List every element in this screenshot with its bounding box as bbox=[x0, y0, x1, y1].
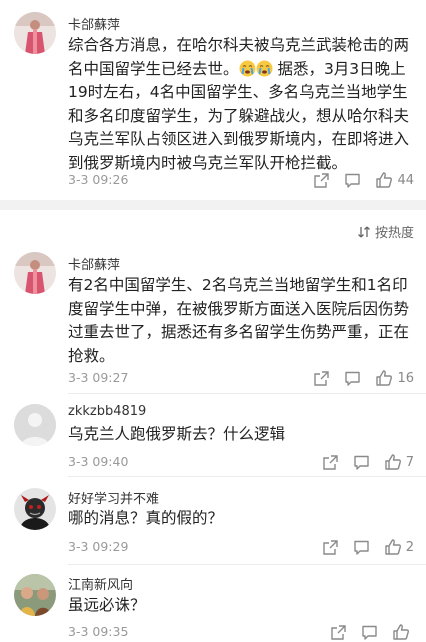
like-count: 44 bbox=[397, 172, 414, 188]
comment-text: 乌克兰人跑俄罗斯去？什么逻辑 bbox=[68, 425, 286, 443]
share-button[interactable] bbox=[330, 624, 347, 641]
share-icon bbox=[323, 539, 338, 555]
crying-face-emoji-icon bbox=[256, 60, 273, 77]
thumbs-up-icon bbox=[376, 370, 393, 386]
avatar[interactable] bbox=[14, 488, 56, 530]
like-button[interactable]: 2 bbox=[384, 538, 414, 556]
share-button[interactable] bbox=[313, 172, 330, 189]
comment-button[interactable] bbox=[344, 370, 361, 387]
like-button[interactable]: 16 bbox=[375, 369, 414, 387]
comment-button[interactable] bbox=[353, 539, 370, 556]
comment-actions bbox=[316, 622, 414, 642]
comment-icon bbox=[345, 173, 361, 188]
thumbs-up-icon bbox=[376, 172, 393, 188]
like-button[interactable]: 7 bbox=[384, 453, 414, 471]
comment-button[interactable] bbox=[353, 454, 370, 471]
comment-button[interactable] bbox=[361, 624, 378, 641]
avatar[interactable] bbox=[14, 252, 56, 294]
comment-actions: 2 bbox=[308, 537, 414, 557]
share-icon bbox=[323, 454, 338, 470]
comment-3: zkkzbb4819 乌克兰人跑俄罗斯去？什么逻辑 3-3 09:40 7 bbox=[0, 398, 426, 476]
avatar[interactable] bbox=[14, 574, 56, 616]
comment-button[interactable] bbox=[344, 172, 361, 189]
share-icon bbox=[314, 172, 330, 188]
comment-text: 综合各方消息，在哈尔科夫被乌克兰武装枪击的两名中国留学生已经去世。 据悉，3月3… bbox=[68, 34, 414, 175]
avatar[interactable] bbox=[14, 404, 56, 446]
comment-text: 哪的消息？真的假的？ bbox=[68, 509, 224, 527]
comment-username[interactable]: 卡郃蘇萍 bbox=[68, 254, 120, 273]
share-icon bbox=[314, 370, 330, 386]
divider bbox=[68, 564, 426, 565]
comment-time: 3-3 09:40 bbox=[68, 454, 129, 469]
section-separator bbox=[0, 200, 426, 210]
crying-face-emoji-icon bbox=[239, 60, 256, 77]
comment-5: 江南新风向 虽远必诛？ 3-3 09:35 bbox=[0, 568, 426, 640]
comment-1: 卡郃蘇萍 综合各方消息，在哈尔科夫被乌克兰武装枪击的两名中国留学生已经去世。 据… bbox=[0, 0, 426, 200]
like-count: 7 bbox=[405, 454, 414, 470]
like-count: 16 bbox=[397, 370, 414, 386]
share-button[interactable] bbox=[322, 539, 339, 556]
comment-icon bbox=[362, 625, 377, 640]
comment-4: 好好学习并不难 哪的消息？真的假的？ 3-3 09:29 2 bbox=[0, 482, 426, 562]
thumbs-up-icon bbox=[393, 624, 409, 640]
comment-text: 虽远必诛？ bbox=[68, 596, 146, 614]
share-button[interactable] bbox=[313, 370, 330, 387]
share-button[interactable] bbox=[322, 454, 339, 471]
share-icon bbox=[331, 624, 346, 640]
comment-username[interactable]: 江南新风向 bbox=[68, 574, 133, 593]
comment-time: 3-3 09:35 bbox=[68, 624, 129, 639]
comment-actions: 44 bbox=[299, 170, 414, 190]
comment-time: 3-3 09:29 bbox=[68, 539, 129, 554]
comment-username[interactable]: zkkzbb4819 bbox=[68, 404, 146, 419]
sort-button[interactable]: 按热度 bbox=[357, 222, 414, 241]
comment-2: 卡郃蘇萍 有2名中国留学生、2名乌克兰当地留学生和1名印度留学生中弹，在被俄罗斯… bbox=[0, 244, 426, 394]
like-count: 2 bbox=[405, 539, 414, 555]
avatar[interactable] bbox=[14, 12, 56, 54]
comment-icon bbox=[354, 455, 369, 470]
comment-actions: 7 bbox=[308, 452, 414, 472]
comment-actions: 16 bbox=[299, 368, 414, 388]
divider bbox=[68, 476, 426, 477]
comment-time: 3-3 09:26 bbox=[68, 172, 129, 187]
comment-time: 3-3 09:27 bbox=[68, 370, 129, 385]
sort-icon bbox=[358, 226, 370, 237]
divider bbox=[68, 393, 426, 394]
comment-icon bbox=[354, 540, 369, 555]
thumbs-up-icon bbox=[385, 539, 401, 555]
comment-icon bbox=[345, 371, 361, 386]
sort-label: 按热度 bbox=[374, 226, 414, 241]
like-button[interactable]: 44 bbox=[375, 171, 414, 189]
comment-username[interactable]: 好好学习并不难 bbox=[68, 488, 159, 507]
comment-username[interactable]: 卡郃蘇萍 bbox=[68, 14, 120, 33]
comment-text: 有2名中国留学生、2名乌克兰当地留学生和1名印度留学生中弹，在被俄罗斯方面送入医… bbox=[68, 276, 410, 365]
like-button[interactable] bbox=[392, 623, 414, 641]
thumbs-up-icon bbox=[385, 454, 401, 470]
